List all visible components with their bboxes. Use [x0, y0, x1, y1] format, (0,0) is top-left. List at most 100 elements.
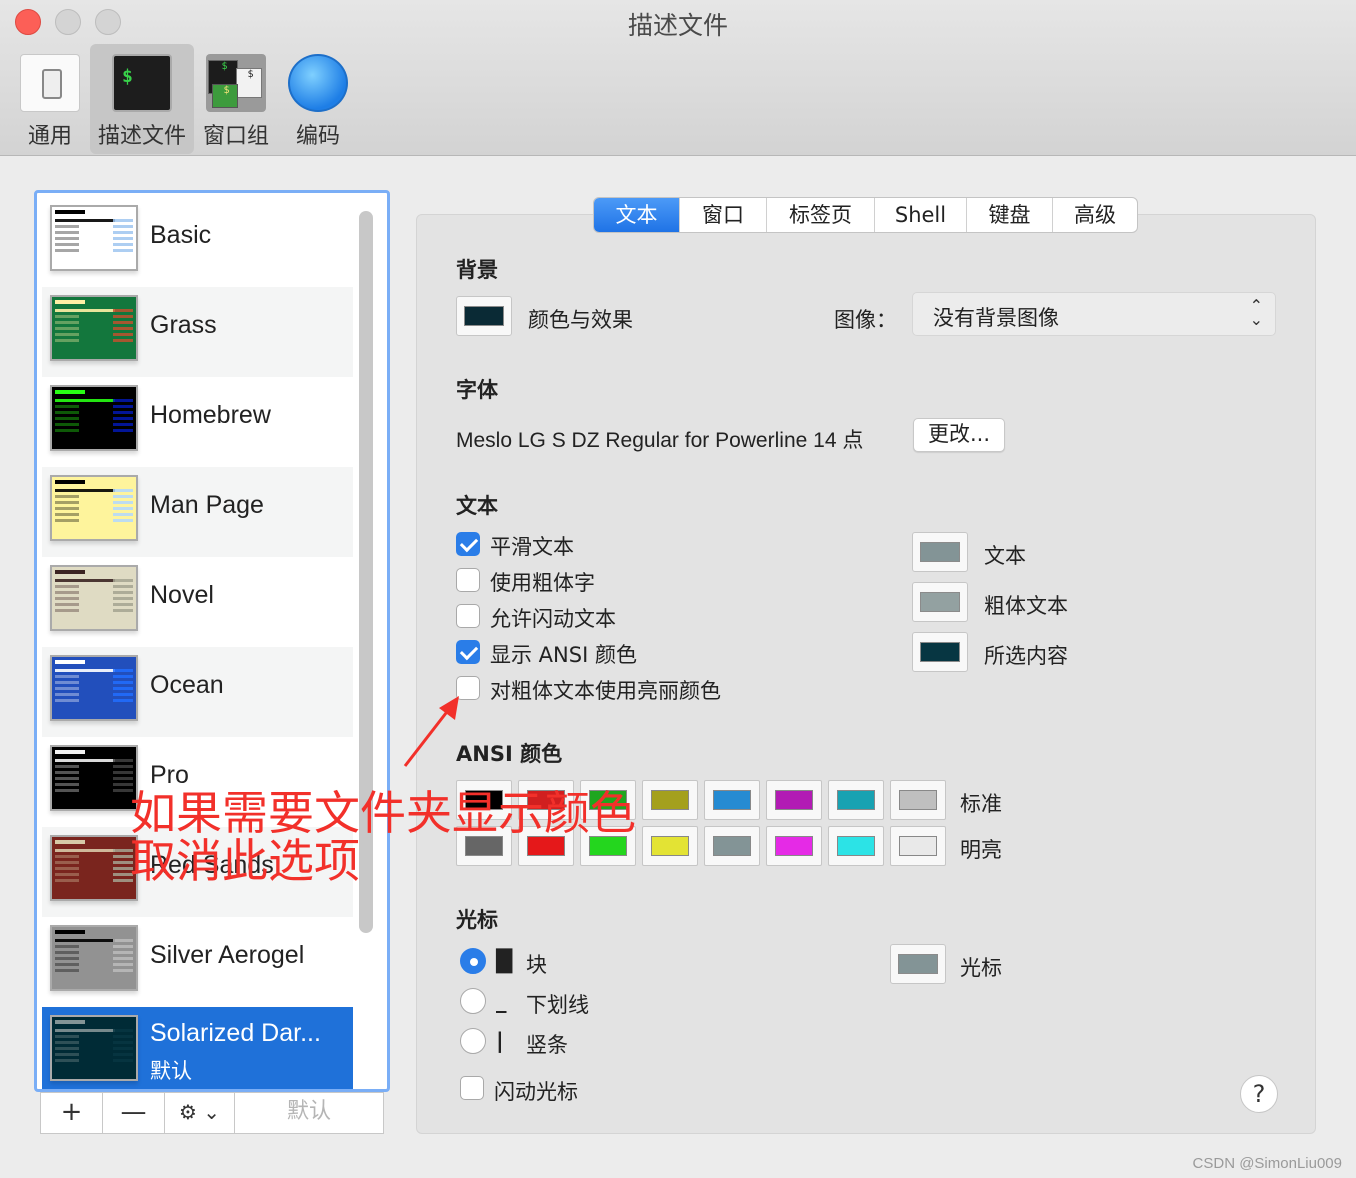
toolbar-label: 编码: [295, 124, 340, 149]
text-color-label: 所选内容: [984, 644, 1068, 668]
profile-thumbnail: [50, 385, 138, 451]
profile-thumbnail: [50, 565, 138, 631]
text-option-checkbox[interactable]: [456, 640, 480, 664]
profile-list[interactable]: Basic Grass Homebrew Man Page Novel Ocean Pro R…: [34, 190, 390, 1092]
profile-name: Grass: [150, 311, 217, 339]
profile-item[interactable]: Homebrew: [42, 377, 353, 467]
profile-name: Basic: [150, 221, 212, 249]
profile-thumbnail: [50, 295, 138, 361]
ansi-bright-swatch[interactable]: [828, 826, 884, 866]
gear-menu-button[interactable]: ⚙ ⌄: [165, 1093, 235, 1133]
text-option-label: 使用粗体字: [490, 571, 595, 595]
profile-default-label: 默认: [150, 1059, 192, 1083]
text-option-label: 显示 ANSI 颜色: [490, 643, 637, 667]
terminal-icon: $: [112, 54, 172, 112]
profile-name: Homebrew: [150, 401, 271, 429]
profile-name: Silver Aerogel: [150, 941, 305, 969]
image-label: 图像：: [834, 308, 897, 332]
ansi-bright-swatch[interactable]: [704, 826, 760, 866]
tab-shell[interactable]: Shell: [875, 198, 967, 232]
background-color-fill: [464, 306, 504, 326]
cursor-section-title: 光标: [456, 908, 498, 932]
ansi-normal-swatch[interactable]: [704, 780, 760, 820]
cursor-style-radio[interactable]: [460, 1028, 486, 1054]
toolbar-label: 描述文件: [97, 124, 186, 149]
toolbar-label: 通用: [27, 124, 72, 149]
cursor-glyph: |: [496, 1029, 504, 1053]
profile-item[interactable]: Ocean: [42, 647, 353, 737]
ansi-normal-swatch[interactable]: [828, 780, 884, 820]
tab-text[interactable]: 文本: [594, 198, 680, 232]
watermark: CSDN @SimonLiu009: [1192, 1155, 1342, 1172]
help-button[interactable]: ?: [1240, 1075, 1278, 1113]
ansi-bright-swatch[interactable]: [890, 826, 946, 866]
color-effects-label: 颜色与效果: [528, 308, 633, 332]
text-color-label: 文本: [984, 544, 1026, 568]
profile-thumbnail: [50, 835, 138, 901]
ansi-bright-label: 明亮: [960, 838, 1002, 862]
background-section-title: 背景: [456, 258, 498, 282]
ansi-normal-label: 标准: [960, 792, 1002, 816]
change-font-button[interactable]: 更改...: [913, 418, 1005, 452]
ansi-bright-swatch[interactable]: [766, 826, 822, 866]
text-color-swatch[interactable]: [912, 582, 968, 622]
text-option-checkbox[interactable]: [456, 532, 480, 556]
profile-name: Novel: [150, 581, 214, 609]
tab-tabs[interactable]: 标签页: [767, 198, 875, 232]
ansi-normal-swatch[interactable]: [766, 780, 822, 820]
font-section-title: 字体: [456, 378, 498, 402]
profile-item[interactable]: Grass: [42, 287, 353, 377]
add-profile-button[interactable]: +: [41, 1093, 103, 1133]
chevron-updown-icon: ⌃ ⌄: [1249, 296, 1263, 329]
ansi-normal-swatch[interactable]: [890, 780, 946, 820]
cursor-style-radio[interactable]: [460, 948, 486, 974]
background-image-select[interactable]: 没有背景图像 ⌃ ⌄: [912, 292, 1276, 336]
cursor-glyph: _: [496, 989, 507, 1013]
cursor-color-label: 光标: [960, 956, 1002, 980]
profile-thumbnail: [50, 475, 138, 541]
profile-thumbnail: [50, 925, 138, 991]
text-option-checkbox[interactable]: [456, 604, 480, 628]
blink-cursor-label: 闪动光标: [494, 1080, 578, 1104]
toolbar-item-profiles[interactable]: $ 描述文件: [90, 44, 194, 154]
font-value: Meslo LG S DZ Regular for Powerline 14 点: [456, 429, 864, 452]
set-default-button[interactable]: 默认: [235, 1093, 383, 1133]
cursor-style-label: 块: [526, 953, 547, 977]
window-title: 描述文件: [627, 11, 728, 40]
ansi-bright-swatch[interactable]: [642, 826, 698, 866]
cursor-color-swatch[interactable]: [890, 944, 946, 984]
profile-item[interactable]: Novel: [42, 557, 353, 647]
text-option-label: 平滑文本: [490, 535, 574, 559]
blink-cursor-checkbox[interactable]: [460, 1076, 484, 1100]
annotation-text-line1: 如果需要文件夹显示颜色: [130, 786, 636, 840]
tab-advanced[interactable]: 高级: [1053, 198, 1137, 232]
profile-thumbnail: [50, 655, 138, 721]
toolbar-item-general[interactable]: 通用: [0, 44, 100, 154]
ansi-normal-swatch[interactable]: [642, 780, 698, 820]
background-image-value: 没有背景图像: [933, 306, 1059, 330]
annotation-arrow: [403, 696, 459, 767]
profile-item[interactable]: Basic: [42, 197, 353, 287]
profile-item[interactable]: Silver Aerogel: [42, 917, 353, 1007]
window-group-icon: $ $ $: [206, 54, 266, 112]
tab-keyboard[interactable]: 键盘: [967, 198, 1053, 232]
remove-profile-button[interactable]: —: [103, 1093, 165, 1133]
profile-name: Solarized Dar...: [150, 1019, 321, 1047]
tab-window[interactable]: 窗口: [680, 198, 767, 232]
profile-item[interactable]: Solarized Dar... 默认: [42, 1007, 353, 1089]
text-section-title: 文本: [456, 494, 498, 518]
text-option-checkbox[interactable]: [456, 568, 480, 592]
text-color-swatch[interactable]: [912, 532, 968, 572]
toolbar-item-encoding[interactable]: 编码: [268, 44, 368, 154]
text-option-label: 允许闪动文本: [490, 607, 616, 631]
profile-name: Ocean: [150, 671, 224, 699]
cursor-style-radio[interactable]: [460, 988, 486, 1014]
profile-item[interactable]: Man Page: [42, 467, 353, 557]
profile-thumbnail: [50, 745, 138, 811]
background-color-swatch[interactable]: [456, 296, 512, 336]
title-bar: 描述文件 通用 $ 描述文件 $ $ $ 窗口组 编码: [0, 0, 1356, 156]
text-color-swatch[interactable]: [912, 632, 968, 672]
profile-thumbnail: [50, 205, 138, 271]
cursor-glyph: █: [496, 949, 513, 973]
switch-icon: [20, 54, 80, 112]
